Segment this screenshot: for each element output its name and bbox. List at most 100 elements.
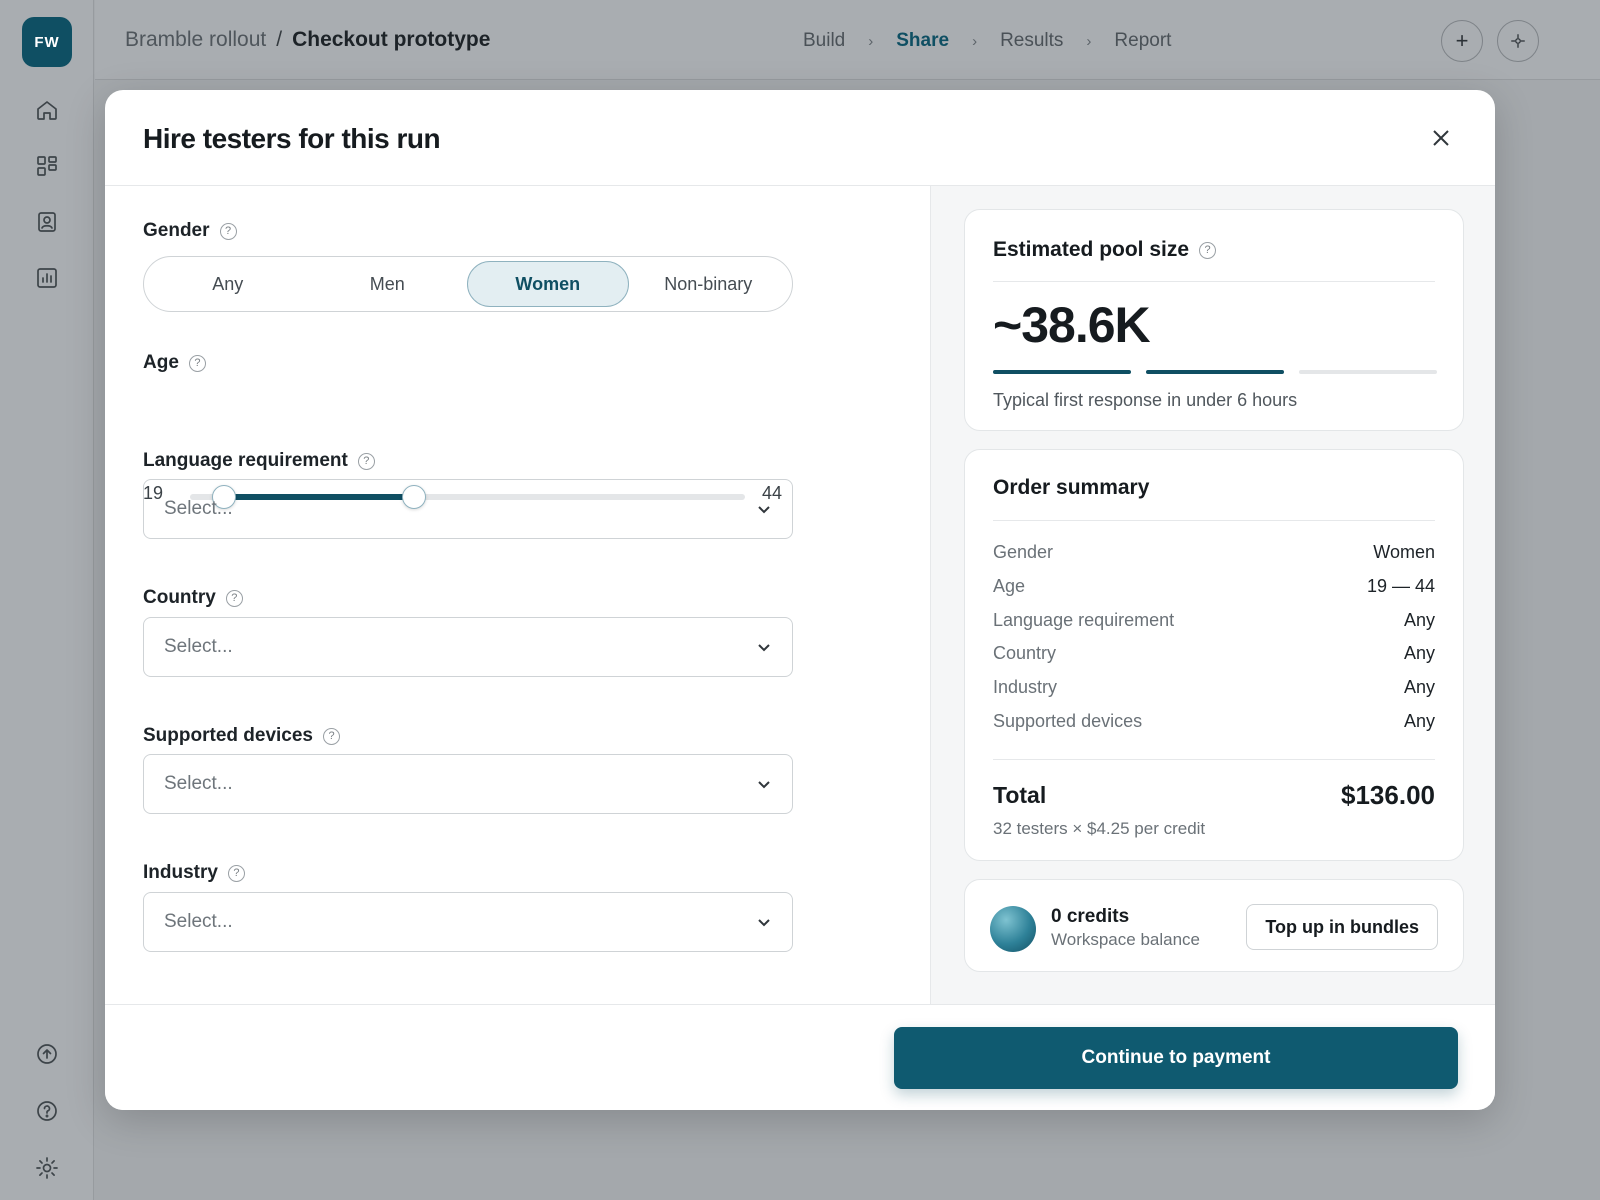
industry-label: Industry ? [143,862,245,884]
pool-level-segment-2 [1146,370,1284,374]
pool-level-segment-1 [993,370,1131,374]
chevron-right-icon: › [868,32,874,50]
help-icon[interactable]: ? [219,222,237,240]
help-icon[interactable] [33,1097,61,1125]
divider [993,759,1435,760]
pool-size-title: Estimated pool size ? [993,238,1217,262]
gender-option-women[interactable]: Women [467,261,629,307]
breadcrumb: Bramble rollout / Checkout prototype [125,28,490,52]
modal-header: Hire testers for this run [105,90,1495,186]
summary-value: Women [1373,542,1435,562]
help-icon[interactable]: ? [357,452,375,470]
sidebar: FW [0,0,94,1200]
help-icon[interactable]: ? [323,727,340,745]
country-select-placeholder: Select... [164,636,233,657]
summary-key: Industry [993,677,1058,697]
chevron-down-icon [758,919,770,927]
close-icon[interactable] [1429,126,1453,150]
total-breakdown: 32 testers × $4.25 per credit [993,819,1206,838]
balance-card: 0 credits Workspace balance Top up in bu… [964,879,1464,972]
user-card-icon[interactable] [33,208,61,236]
gender-option-non-binary[interactable]: Non-binary [629,261,789,307]
chevron-down-icon [758,506,770,514]
age-label-text: Age [143,352,179,373]
help-icon[interactable]: ? [188,354,206,372]
country-label: Country ? [143,587,243,609]
pool-response-note: Typical first response in under 6 hours [993,390,1298,410]
chevron-down-icon [758,781,770,789]
country-select[interactable]: Select... [143,617,793,677]
summary-value: Any [1403,610,1435,630]
gender-segmented-control: Any Men Women Non-binary [143,256,793,312]
gender-option-men[interactable]: Men [308,261,468,307]
credits-count: 0 credits [1051,906,1130,927]
step-share[interactable]: Share [896,30,949,52]
language-select[interactable]: Select... [143,479,793,539]
pool-size-title-text: Estimated pool size [993,238,1190,261]
step-results[interactable]: Results [1000,30,1063,52]
credits-orb-icon [990,906,1036,952]
filters-panel: Gender ? Any Men Women Non-binary Age ? … [105,186,930,1004]
step-build[interactable]: Build [803,30,845,52]
summary-value: Any [1403,643,1435,663]
order-summary-card: Order summary Gender Women Age 19 — 44 L… [964,449,1464,861]
summary-key: Language requirement [993,610,1175,630]
modal-footer: Continue to payment [105,1004,1495,1110]
crosshair-icon[interactable] [1497,20,1539,62]
chevron-right-icon: › [1086,32,1092,50]
help-icon[interactable]: ? [1199,241,1217,259]
language-label: Language requirement ? [143,450,375,472]
pool-size-card: Estimated pool size ? ~38.6K Typical fir… [964,209,1464,431]
divider [993,520,1435,521]
summary-key: Gender [993,542,1054,562]
chart-icon[interactable] [33,264,61,292]
upload-icon[interactable] [33,1040,61,1068]
top-bar: Bramble rollout / Checkout prototype Bui… [95,0,1600,80]
devices-select[interactable]: Select... [143,754,793,814]
summary-row-gender: Gender Women [993,542,1435,563]
step-report[interactable]: Report [1114,30,1171,52]
help-icon[interactable]: ? [227,864,245,882]
total-value: $136.00 [1341,780,1435,810]
divider [993,281,1435,282]
industry-select-placeholder: Select... [164,911,233,932]
language-select-placeholder: Select... [164,498,233,519]
workspace-logo[interactable]: FW [22,17,72,67]
breadcrumb-separator: / [276,28,283,51]
summary-value: Any [1403,677,1435,697]
help-icon[interactable]: ? [225,589,243,607]
industry-select[interactable]: Select... [143,892,793,952]
modal-title: Hire testers for this run [143,123,441,154]
pool-size-value: ~38.6K [993,297,1151,353]
industry-label-text: Industry [143,862,218,883]
settings-sun-icon[interactable] [33,1154,61,1182]
home-icon[interactable] [33,96,61,124]
grid-icon[interactable] [33,152,61,180]
gender-label-text: Gender [143,220,210,241]
order-summary-title: Order summary [993,476,1150,499]
top-up-button[interactable]: Top up in bundles [1246,904,1438,950]
language-label-text: Language requirement [143,450,348,471]
devices-select-placeholder: Select... [164,773,233,794]
hire-testers-modal: Hire testers for this run Gender ? Any M… [105,90,1495,1110]
total-label: Total [993,782,1047,808]
summary-key: Supported devices [993,711,1143,731]
summary-value: 19 — 44 [1366,576,1435,596]
devices-label-text: Supported devices [143,725,313,746]
chevron-down-icon [758,644,770,652]
continue-to-payment-button[interactable]: Continue to payment [894,1027,1458,1089]
credits-label: Workspace balance [1051,930,1200,949]
devices-label: Supported devices ? [143,725,340,747]
chevron-right-icon: › [972,32,978,50]
pool-level-segment-3 [1299,370,1437,374]
gender-label: Gender ? [143,220,237,242]
summary-row-country: Country Any [993,643,1435,664]
summary-panel: Estimated pool size ? ~38.6K Typical fir… [930,186,1495,1004]
summary-key: Age [993,576,1026,596]
summary-row-industry: Industry Any [993,677,1435,698]
summary-row-age: Age 19 — 44 [993,576,1435,597]
plus-icon[interactable]: + [1441,20,1483,62]
breadcrumb-project[interactable]: Bramble rollout [125,28,266,52]
gender-option-any[interactable]: Any [148,261,308,307]
breadcrumb-page: Checkout prototype [292,28,491,51]
